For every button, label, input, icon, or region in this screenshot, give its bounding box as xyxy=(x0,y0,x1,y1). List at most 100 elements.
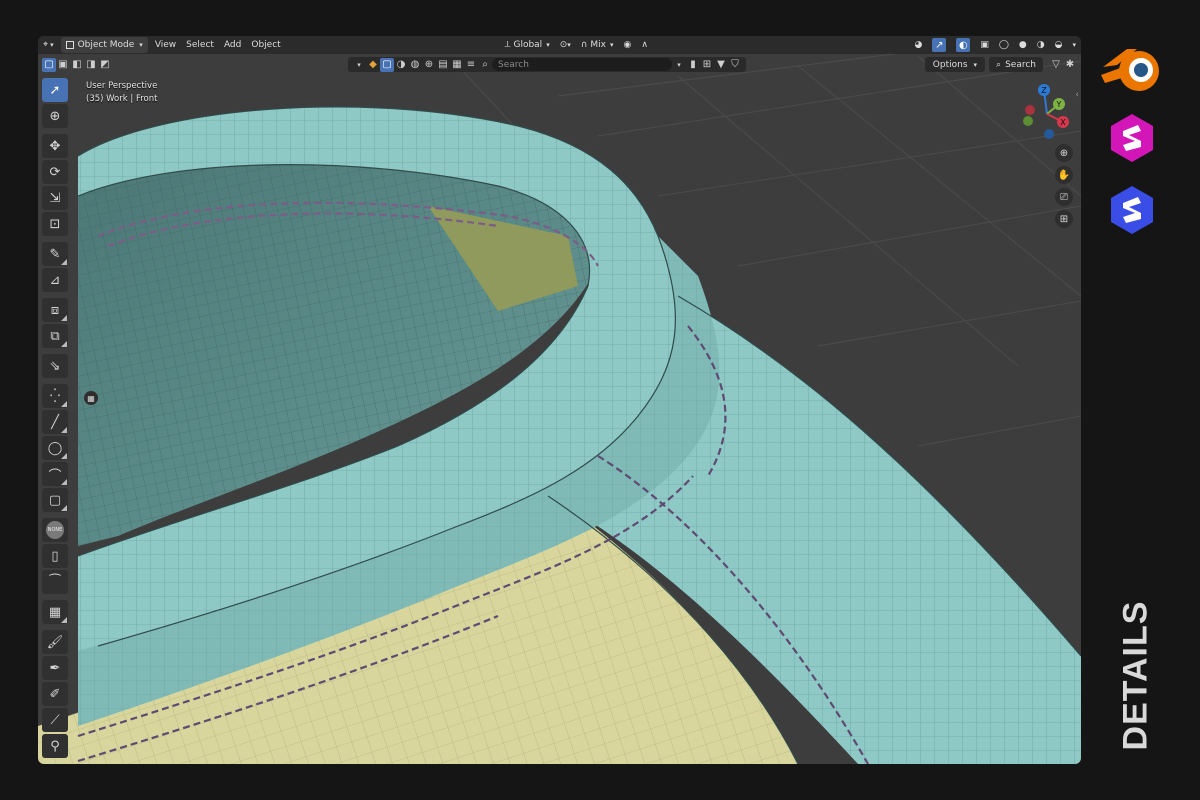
tool-rip[interactable]: ⁀ xyxy=(42,570,68,594)
options-dropdown[interactable]: Options ▾ xyxy=(924,57,986,72)
tool-shear[interactable]: ⇘ xyxy=(42,354,68,378)
falloff-dropdown[interactable]: ∧ xyxy=(636,37,653,53)
menu-object[interactable]: Object xyxy=(246,37,285,53)
tool-move[interactable]: ✥ xyxy=(42,134,68,158)
square-icon[interactable]: ▢ xyxy=(380,57,394,72)
sphere-icon[interactable]: ◑ xyxy=(394,58,408,72)
tool-sample[interactable]: ✐ xyxy=(42,682,68,706)
select-intersect-icon[interactable]: ◩ xyxy=(98,58,112,72)
select-new-icon[interactable]: ▢ xyxy=(42,57,56,72)
text-icon[interactable]: ≡ xyxy=(464,58,478,72)
tool-none-material[interactable]: NONE xyxy=(42,518,68,542)
menu-view[interactable]: View xyxy=(150,37,181,53)
tool-add-plane[interactable]: ▢ xyxy=(42,488,68,512)
square-add-icon: ▢ xyxy=(48,492,62,508)
pivot-icon: ⊙ xyxy=(559,40,568,50)
navigation-gizmo[interactable]: Z Y X xyxy=(1017,82,1077,142)
bookmark-icon[interactable]: ▮ xyxy=(686,58,700,72)
tool-vertex-paint[interactable]: 🖌 xyxy=(42,630,68,654)
tool-add-cube[interactable]: ⧈ xyxy=(42,298,68,322)
camera-view-button[interactable]: ⎚ xyxy=(1055,188,1073,206)
vertex-add-icon: ⁛ xyxy=(49,388,61,404)
tool-add-vertex[interactable]: ⁛ xyxy=(42,384,68,408)
menu-select[interactable]: Select xyxy=(181,37,219,53)
hand-icon: ✋ xyxy=(1057,169,1071,181)
axis-neg-z-icon[interactable] xyxy=(1044,129,1054,139)
details-label: DETAILS xyxy=(1112,600,1160,750)
search-button-label: Search xyxy=(1005,59,1036,70)
hierarchy-icon[interactable]: ⊞ xyxy=(700,58,714,72)
orientation-icon: ⟂ xyxy=(504,40,511,50)
tool-transform[interactable]: ⊡ xyxy=(42,212,68,236)
select-subtract-icon[interactable]: ◧ xyxy=(70,58,84,72)
tool-pivot[interactable]: ⚲ xyxy=(42,734,68,758)
snap-dropdown[interactable]: ∩ Mix ▾ xyxy=(576,37,619,53)
filter-icon[interactable]: ▽ xyxy=(1049,58,1063,72)
viewport-info: User Perspective (35) Work | Front xyxy=(86,80,157,106)
3d-viewport[interactable] xyxy=(38,36,1081,764)
material-shading[interactable]: ◑ xyxy=(1032,37,1050,53)
mode-label: Object Mode xyxy=(77,40,135,50)
filter-icon[interactable]: ▼ xyxy=(714,58,728,72)
addon-search-input[interactable]: Search xyxy=(492,58,672,71)
chevron-down-icon[interactable]: ▾ xyxy=(352,58,366,72)
tool-shelf: ➚ ⊕ ✥ ⟳ ⇲ ⊡ ✎ ⊿ ⧈ ⧉ ⇘ ⁛ ╱ ◯ ⌒ ▢ NONE ▯ ⁀… xyxy=(42,78,70,760)
rendered-shading[interactable]: ◒ xyxy=(1050,37,1068,53)
pivot-dropdown[interactable]: ⊙ ▾ xyxy=(555,37,576,53)
zoom-button[interactable]: ⊕ xyxy=(1055,144,1073,162)
tool-add-edge[interactable]: ╱ xyxy=(42,410,68,434)
tool-weight-paint[interactable]: ✒ xyxy=(42,656,68,680)
gizmo-toggle[interactable]: ↗ xyxy=(927,37,951,53)
mode-dropdown[interactable]: Object Mode ▾ xyxy=(60,37,148,53)
tool-select-box[interactable]: ➚ xyxy=(42,78,68,102)
details-text: DETAILS xyxy=(1116,600,1155,750)
tool-knife[interactable]: ⟋ xyxy=(42,708,68,732)
image-icon[interactable]: ▤ xyxy=(436,58,450,72)
orientation-label: Global xyxy=(513,40,543,50)
search-button[interactable]: ⌕ Search xyxy=(989,57,1043,72)
tool-annotate[interactable]: ✎ xyxy=(42,242,68,266)
menu-add[interactable]: Add xyxy=(219,37,246,53)
sidebar-collapse-icon[interactable]: ‹ xyxy=(1075,90,1079,100)
solid-shading[interactable]: ● xyxy=(1014,37,1032,53)
xray-toggle[interactable]: ▣ xyxy=(975,37,994,53)
tool-cage[interactable]: ▯ xyxy=(42,544,68,568)
select-invert-icon[interactable]: ◨ xyxy=(84,58,98,72)
overlay-toggle[interactable]: ◐ xyxy=(951,37,975,53)
transform-orientation-dropdown[interactable]: ⟂ Global ▾ xyxy=(499,37,554,53)
addon-toolbar: ▾ ◆ ▢ ◑ ◍ ⊕ ▤ ▦ ≡ ⌕ Search ▾ ▮ ⊞ ▼ ⛉ xyxy=(346,56,748,73)
visibility-dropdown[interactable]: ◕ xyxy=(909,37,927,53)
camera-frame-icon[interactable]: ▦ xyxy=(84,391,98,405)
gear-icon[interactable]: ✱ xyxy=(1063,58,1077,72)
tool-rotate[interactable]: ⟳ xyxy=(42,160,68,184)
perspective-toggle-button[interactable]: ⊞ xyxy=(1055,210,1073,228)
tool-add-arc[interactable]: ⌒ xyxy=(42,462,68,486)
collection-label: (35) Work | Front xyxy=(86,94,158,104)
search-icon: ⌕ xyxy=(482,59,488,70)
axis-neg-x-icon[interactable] xyxy=(1025,105,1035,115)
chevron-down-icon[interactable]: ▾ xyxy=(672,58,686,72)
tool-extrude[interactable]: ⧉ xyxy=(42,324,68,348)
globe-icon[interactable]: ◍ xyxy=(408,58,422,72)
editor-type-button[interactable]: ⌖ ▾ xyxy=(38,37,59,53)
tool-mesh-grid[interactable]: ▦ xyxy=(42,600,68,624)
tool-add-circle[interactable]: ◯ xyxy=(42,436,68,460)
pan-button[interactable]: ✋ xyxy=(1055,166,1073,184)
pencil-icon: ✎ xyxy=(49,246,61,262)
color-cube-icon[interactable]: ◆ xyxy=(366,58,380,72)
tool-measure[interactable]: ⊿ xyxy=(42,268,68,292)
select-extend-icon[interactable]: ▣ xyxy=(56,58,70,72)
proportional-edit-button[interactable]: ◉ xyxy=(618,37,636,53)
pin-icon: ⚲ xyxy=(50,738,60,754)
tool-scale[interactable]: ⇲ xyxy=(42,186,68,210)
wireframe-shading[interactable]: ◯ xyxy=(994,37,1014,53)
shield-icon[interactable]: ⛉ xyxy=(728,58,742,72)
tool-cursor[interactable]: ⊕ xyxy=(42,104,68,128)
rendered-icon: ◒ xyxy=(1054,40,1063,50)
rotate-icon: ⟳ xyxy=(49,164,61,180)
script-icon[interactable]: ▦ xyxy=(450,58,464,72)
shading-options[interactable]: ▾ xyxy=(1067,37,1081,53)
axis-neg-y-icon[interactable] xyxy=(1023,116,1033,126)
world-icon[interactable]: ⊕ xyxy=(422,58,436,72)
axis-x-label: X xyxy=(1060,118,1066,127)
